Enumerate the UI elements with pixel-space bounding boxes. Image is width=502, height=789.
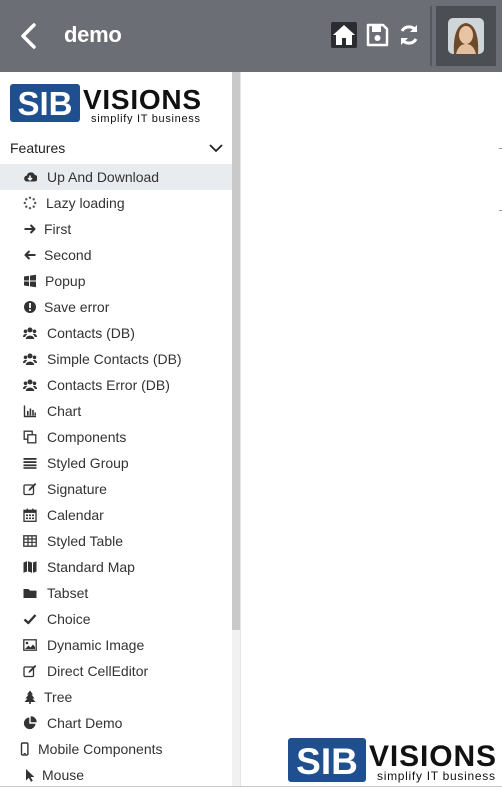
folder-icon	[23, 589, 37, 598]
sidebar-item-label: Dynamic Image	[47, 637, 145, 653]
sidebar-item[interactable]: Tree	[0, 684, 232, 710]
sidebar-item[interactable]: Contacts Error (DB)	[0, 372, 232, 398]
sidebar-item[interactable]: Chart	[0, 398, 232, 424]
sidebar-item[interactable]: Dynamic Image	[0, 632, 232, 658]
toolbar-separator	[430, 6, 432, 66]
arrow-right-icon	[24, 224, 36, 234]
sidebar-scrollbar[interactable]	[232, 72, 240, 786]
user-menu-button[interactable]	[436, 6, 496, 66]
sidebar-item-label: Direct CellEditor	[47, 663, 149, 679]
sidebar-item-label: Chart Demo	[47, 715, 123, 731]
sidebar-item[interactable]: Mouse	[0, 762, 232, 786]
sidebar-item[interactable]: Chart Demo	[0, 710, 232, 736]
windows-icon	[24, 274, 36, 288]
features-label: Features	[10, 140, 66, 156]
sidebar-item[interactable]: Up And Download	[0, 164, 232, 190]
mouse-pointer-icon	[26, 769, 35, 782]
page-title: demo	[64, 22, 122, 47]
sidebar-item-label: Save error	[44, 299, 110, 315]
sibvisions-logo: SIB VISIONS simplify IT business	[10, 82, 202, 129]
users-icon	[23, 353, 37, 365]
sidebar-item-label: Second	[44, 247, 92, 263]
sidebar-item-label: First	[44, 221, 72, 237]
sibvisions-footer-logo: SIB VISIONS simplify IT business	[288, 738, 498, 789]
sidebar-item-label: Chart	[47, 403, 82, 419]
sidebar-item-label: Calendar	[47, 507, 104, 523]
users-icon	[23, 379, 37, 391]
sidebar-item-label: Contacts Error (DB)	[47, 377, 170, 393]
cloud-download-icon	[24, 172, 37, 182]
refresh-icon[interactable]	[396, 22, 422, 48]
sidebar-item-label: Mouse	[42, 767, 85, 783]
sidebar-item-label: Tabset	[47, 585, 89, 601]
image-icon	[23, 639, 37, 651]
sidebar-item-label: Styled Table	[47, 533, 124, 549]
sidebar-item[interactable]: Mobile Components	[0, 736, 232, 762]
map-icon	[23, 561, 37, 573]
sidebar-item[interactable]: First	[0, 216, 232, 242]
svg-text:simplify IT business: simplify IT business	[91, 113, 201, 124]
users-icon	[23, 327, 37, 339]
sidebar-item[interactable]: Lazy loading	[0, 190, 232, 216]
sidebar-item[interactable]: Popup	[0, 268, 232, 294]
sidebar-item-label: Components	[47, 429, 127, 445]
sidebar-item[interactable]: Simple Contacts (DB)	[0, 346, 232, 372]
sidebar-item-label: Lazy loading	[46, 195, 125, 211]
sidebar-scrollbar-thumb[interactable]	[232, 72, 240, 630]
pie-chart-icon	[23, 716, 37, 730]
sidebar-item[interactable]: Second	[0, 242, 232, 268]
edit-icon	[23, 665, 37, 678]
svg-text:simplify IT business: simplify IT business	[377, 769, 495, 783]
sidebar-item-label: Tree	[44, 689, 73, 705]
sidebar-item-label: Simple Contacts (DB)	[47, 351, 182, 367]
sidebar-item[interactable]: Styled Table	[0, 528, 232, 554]
svg-text:SIB: SIB	[296, 741, 358, 782]
sidebar-item-label: Styled Group	[47, 455, 129, 471]
sidebar-item[interactable]: Signature	[0, 476, 232, 502]
sidebar-item[interactable]: Contacts (DB)	[0, 320, 232, 346]
mobile-icon	[20, 742, 29, 756]
sidebar-item-label: Standard Map	[47, 559, 135, 575]
content-area	[241, 72, 502, 786]
clone-icon	[23, 430, 37, 444]
sidebar: SIB VISIONS simplify IT business Feature…	[0, 72, 241, 786]
chevron-down-icon	[209, 144, 223, 153]
sidebar-item[interactable]: Calendar	[0, 502, 232, 528]
sidebar-item-label: Choice	[47, 611, 91, 627]
sidebar-item-label: Signature	[47, 481, 107, 497]
sidebar-item[interactable]: Save error	[0, 294, 232, 320]
exclamation-circle-icon	[24, 301, 36, 313]
avatar	[448, 18, 484, 54]
bar-chart-icon	[23, 405, 36, 418]
sidebar-item-label: Up And Download	[47, 169, 160, 185]
table-icon	[23, 535, 37, 547]
arrow-left-icon	[24, 250, 36, 260]
sidebar-item[interactable]: Standard Map	[0, 554, 232, 580]
sidebar-item-label: Mobile Components	[38, 741, 163, 757]
calendar-icon	[23, 508, 37, 522]
home-icon[interactable]	[331, 22, 357, 48]
spinner-icon	[23, 196, 37, 210]
chevron-left-icon[interactable]	[14, 18, 46, 54]
sidebar-item[interactable]: Choice	[0, 606, 232, 632]
check-icon	[23, 614, 37, 625]
features-section-header[interactable]: Features	[0, 134, 232, 164]
list-lines-icon	[23, 458, 37, 469]
svg-text:SIB: SIB	[17, 85, 72, 122]
sidebar-item-label: Popup	[45, 273, 86, 289]
svg-text:VISIONS: VISIONS	[83, 84, 201, 115]
edit-icon	[23, 483, 37, 496]
save-icon[interactable]	[364, 22, 390, 48]
sidebar-item[interactable]: Direct CellEditor	[0, 658, 232, 684]
sidebar-item[interactable]: Components	[0, 424, 232, 450]
sidebar-item[interactable]: Tabset	[0, 580, 232, 606]
tree-icon	[24, 690, 36, 704]
sidebar-item-label: Contacts (DB)	[47, 325, 135, 341]
app-header: demo	[0, 0, 502, 72]
sidebar-item[interactable]: Styled Group	[0, 450, 232, 476]
features-menu: Up And Download Lazy loading First Second Po…	[0, 164, 232, 786]
